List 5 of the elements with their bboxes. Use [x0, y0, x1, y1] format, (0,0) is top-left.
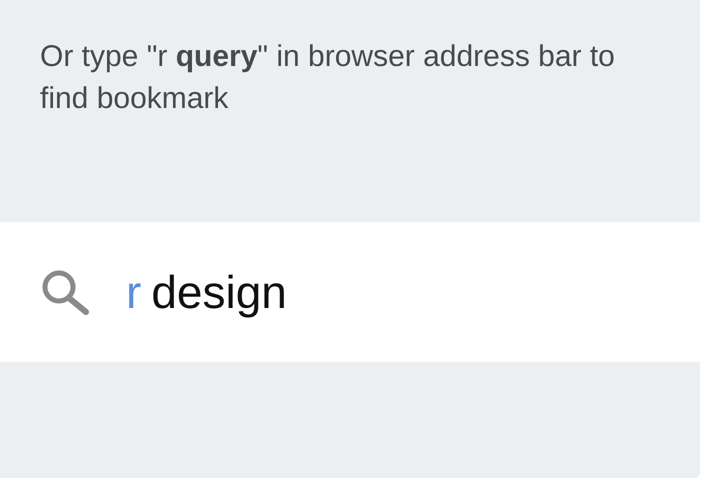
search-bar[interactable]: r design	[0, 222, 700, 362]
search-icon	[40, 269, 90, 315]
keyword-text: r	[126, 269, 142, 315]
hint-text: Or type "r query" in browser address bar to find bookmark	[40, 39, 616, 117]
query-text: design	[151, 269, 287, 315]
